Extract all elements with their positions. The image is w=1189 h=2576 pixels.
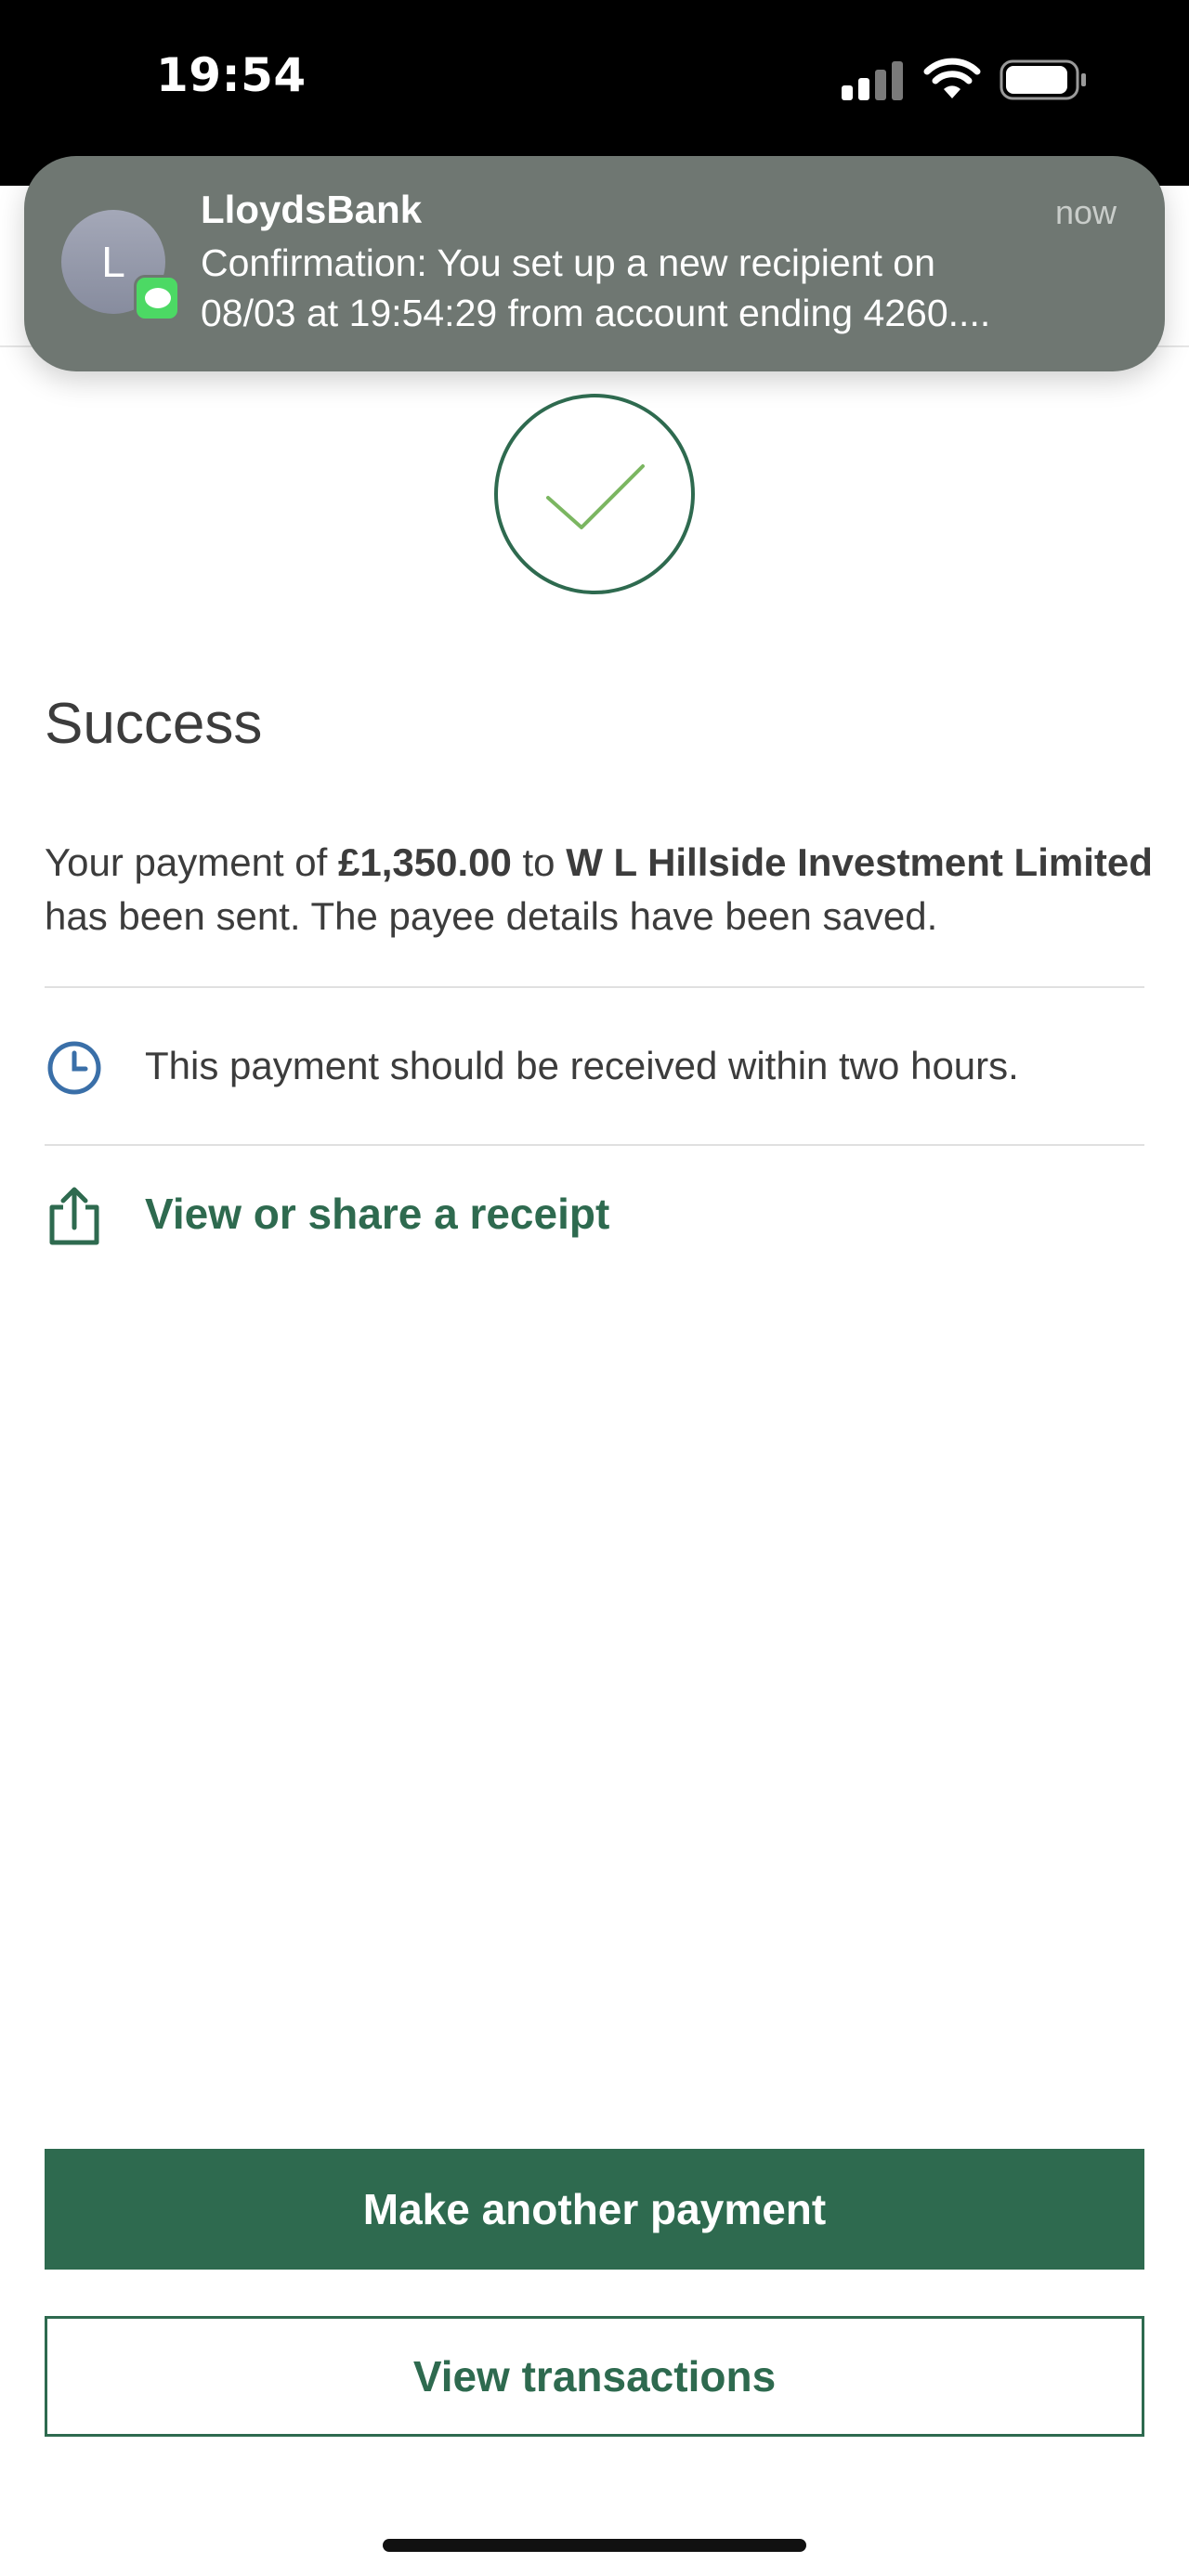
cellular-signal-icon	[842, 61, 903, 100]
payee-name: W L Hillside Investment Limited	[566, 840, 1153, 884]
wifi-icon	[923, 58, 981, 98]
success-check-icon	[494, 394, 695, 594]
payment-suffix: has been sent. The payee details have be…	[45, 894, 938, 938]
divider	[45, 986, 1144, 988]
payment-mid: to	[511, 840, 567, 884]
timing-info-row: This payment should be received within t…	[45, 1016, 1144, 1118]
status-time: 19:54	[156, 48, 307, 102]
notification-app-name: LloydsBank	[201, 188, 423, 231]
share-icon	[49, 1187, 99, 1245]
view-receipt-link[interactable]: View or share a receipt	[145, 1189, 609, 1239]
receipt-row[interactable]: View or share a receipt	[45, 1164, 1144, 1267]
payment-prefix: Your payment of	[45, 840, 338, 884]
battery-icon	[1000, 59, 1086, 100]
page-title: Success	[45, 692, 263, 756]
payment-amount: £1,350.00	[337, 840, 512, 884]
timing-text: This payment should be received within t…	[145, 1044, 1019, 1087]
make-another-payment-button[interactable]: Make another payment	[45, 2149, 1144, 2270]
view-transactions-button[interactable]: View transactions	[45, 2316, 1144, 2437]
notification-message: Confirmation: You set up a new recipient…	[201, 238, 1120, 338]
payment-confirmation-text: Your payment of £1,350.00 to W L Hillsid…	[45, 836, 1159, 943]
notification-banner[interactable]: L LloydsBank now Confirmation: You set u…	[24, 156, 1165, 371]
messages-icon	[134, 275, 180, 321]
payment-success-screen: 19:54 L LloydsBank now Confirmation: You…	[0, 0, 1189, 2576]
notification-message-line1: Confirmation: You set up a new recipient…	[201, 241, 935, 284]
clock-icon	[47, 1041, 101, 1095]
home-indicator[interactable]	[383, 2539, 806, 2552]
divider	[45, 1144, 1144, 1146]
notification-message-line2: 08/03 at 19:54:29 from account ending 42…	[201, 292, 991, 334]
notification-time: now	[1054, 193, 1117, 231]
